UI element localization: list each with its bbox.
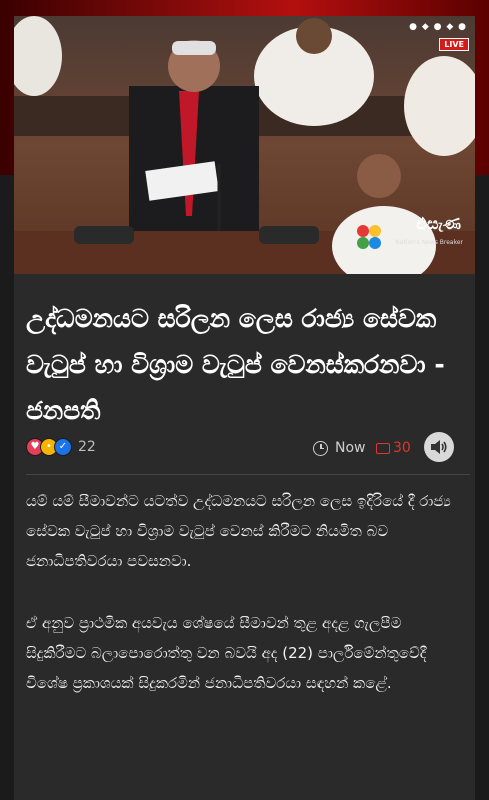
hero-image[interactable]: ● ◆ ● ◆ ● LIVE එසැණ Nation's News Breake… — [14, 16, 475, 274]
publish-time-label: Now — [335, 440, 366, 456]
reactions[interactable]: ♥ • ✓ 22 — [26, 438, 96, 456]
article-meta: ♥ • ✓ 22 Now 30 — [26, 432, 468, 466]
reaction-count: 22 — [78, 439, 96, 455]
comment-count: 30 — [393, 440, 411, 456]
channel-logo-text: එසැණ — [416, 214, 461, 233]
live-badge: LIVE — [439, 38, 469, 51]
publish-time: Now — [313, 440, 366, 456]
article-paragraph-2: ඒ අනුව ප්‍රාථමික අයවැය ශේෂයේ සීමාවන් තුළ… — [26, 614, 427, 692]
channel-logo-icon — [357, 225, 381, 249]
comment-icon — [376, 442, 390, 454]
speaker-icon — [431, 440, 447, 454]
hero-decoration: ● ◆ ● ◆ ● — [409, 22, 467, 32]
channel-tagline: Nation's News Breaker — [395, 239, 463, 246]
hero-photo — [14, 16, 475, 274]
divider — [26, 474, 470, 475]
listen-button[interactable] — [424, 432, 454, 462]
article-body: යම් යම් සීමාවන්ට යටත්ව උද්ධමනයට සරිලන ලෙ… — [26, 486, 464, 730]
article-paragraph-1: යම් යම් සීමාවන්ට යටත්ව උද්ධමනයට සරිලන ලෙ… — [26, 492, 451, 570]
comments-link[interactable]: 30 — [376, 440, 411, 456]
article-headline: උද්ධමනයට සරිලන ලෙස රාජ්‍ය සේවක වැටුප් හා… — [26, 304, 445, 425]
clock-icon — [313, 440, 328, 456]
like-reaction-icon: ✓ — [54, 438, 72, 456]
